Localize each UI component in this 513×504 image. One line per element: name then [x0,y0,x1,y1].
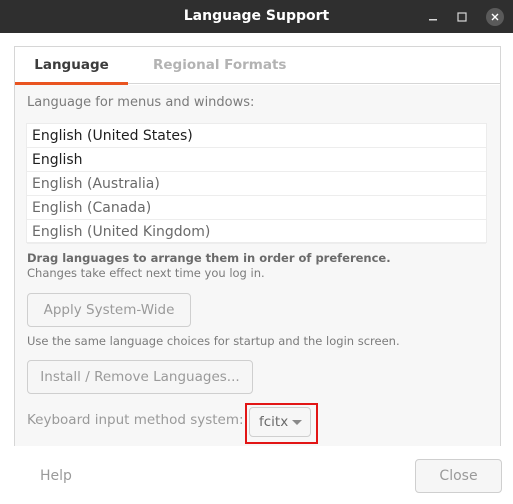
title-bar: Language Support [0,0,513,33]
minimize-icon [429,18,437,20]
language-item[interactable]: English (United Kingdom) [27,220,486,244]
maximize-icon [457,11,467,22]
install-remove-languages-button[interactable]: Install / Remove Languages... [27,360,253,394]
language-item[interactable]: English [27,148,486,172]
apply-note: Use the same language choices for startu… [27,334,400,348]
language-tab-content: Language for menus and windows: English … [15,85,500,446]
tab-regional-formats-label: Regional Formats [153,57,287,73]
tab-language-label: Language [34,57,109,73]
keyboard-input-label: Keyboard input method system: [27,412,244,428]
language-item[interactable]: English (Australia) [27,172,486,196]
language-list[interactable]: English (United States) English English … [26,123,487,244]
keyboard-input-method-dropdown[interactable]: fcitx [249,407,311,437]
drag-hint: Drag languages to arrange them in order … [27,251,391,265]
chevron-down-icon [292,420,302,425]
change-hint: Changes take effect next time you log in… [27,266,265,280]
close-button[interactable]: Close [415,459,502,493]
notebook-panel: Language Regional Formats Language for m… [14,46,501,446]
tab-language[interactable]: Language [15,47,128,85]
keyboard-input-method-value: fcitx [259,414,289,430]
help-button[interactable]: Help [26,459,86,493]
language-item[interactable]: English (Canada) [27,196,486,220]
tab-bar: Language Regional Formats [15,47,500,85]
tab-regional-formats[interactable]: Regional Formats [153,47,286,84]
apply-system-wide-button[interactable]: Apply System-Wide [27,293,191,327]
language-list-label: Language for menus and windows: [27,95,255,110]
minimize-button[interactable] [418,0,448,33]
language-item[interactable]: English (United States) [27,124,486,148]
window-close-button[interactable] [480,0,510,33]
maximize-button[interactable] [447,0,477,33]
close-icon [486,7,504,26]
